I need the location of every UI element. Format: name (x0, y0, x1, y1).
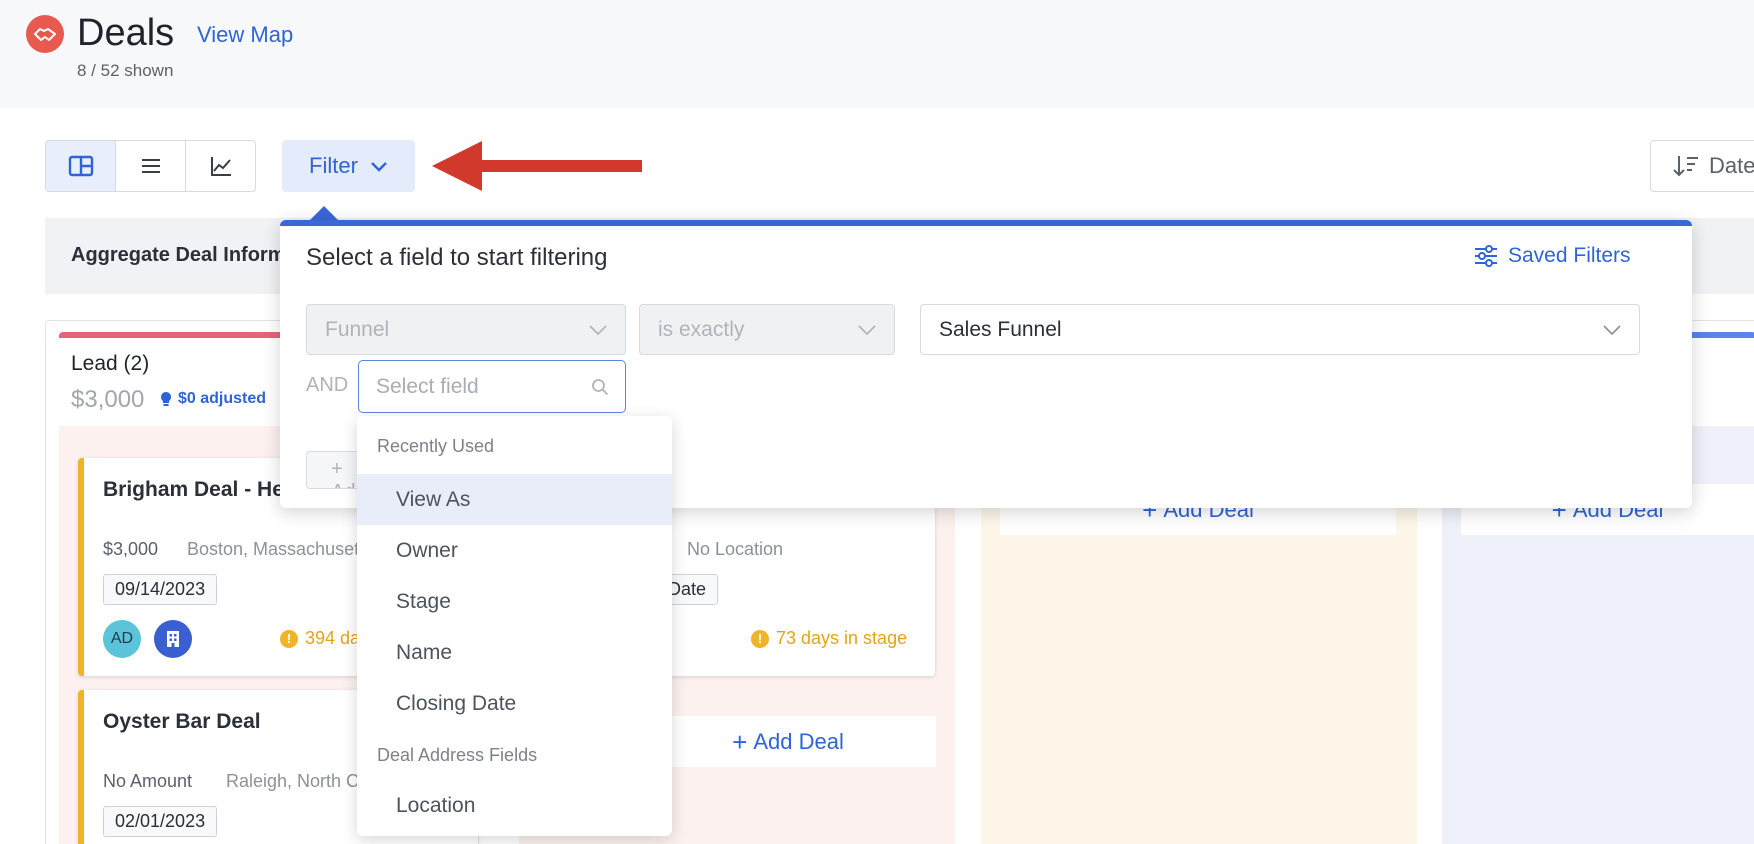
lead-lane-amount: $3,000 (71, 386, 145, 413)
view-toggle-group (45, 140, 256, 192)
list-view-icon (141, 159, 160, 173)
list-view-button[interactable] (116, 141, 186, 191)
card-accent-bar (78, 690, 84, 844)
menu-item-stage[interactable]: Stage (357, 576, 672, 627)
board-view-button[interactable] (46, 141, 116, 191)
select-field-placeholder: Select field (376, 374, 479, 398)
deal-card-location: No Location (687, 539, 784, 559)
field-dropdown-menu: Recently Used View As Owner Stage Name C… (357, 416, 672, 836)
lead-adjusted-text: $0 adjusted (178, 390, 267, 407)
add-deal-label: Add Deal (753, 728, 844, 754)
sliders-icon (1475, 245, 1497, 267)
deal-card-days: ! 73 days in stage (751, 628, 907, 649)
plus-icon: + (732, 726, 748, 757)
rule-value-text: Sales Funnel (939, 317, 1062, 341)
deal-card-amount: No Amount (103, 771, 193, 791)
popover-caret (310, 206, 338, 220)
board-view-icon (68, 155, 93, 177)
card-accent-bar (78, 458, 84, 676)
select-field-input[interactable]: Select field (358, 360, 626, 413)
saved-filters-button[interactable]: Saved Filters (1474, 244, 1631, 268)
view-map-link[interactable]: View Map (197, 22, 293, 48)
avatar[interactable]: AD (103, 620, 141, 658)
lead-lane-adjusted: $0 adjusted (178, 390, 266, 408)
menu-item-closing-date[interactable]: Closing Date (357, 678, 672, 729)
chevron-down-icon (371, 161, 387, 172)
warning-icon: ! (751, 629, 769, 648)
rule-operator-select[interactable]: is exactly (639, 304, 895, 355)
filter-button[interactable]: Filter (282, 140, 415, 192)
warning-icon: ! (280, 629, 298, 648)
search-icon (592, 378, 609, 395)
chart-view-button[interactable] (186, 141, 255, 191)
shown-count: 8 / 52 shown (77, 61, 174, 80)
deal-card-date: 09/14/2023 (103, 574, 218, 605)
saved-filters-label: Saved Filters (1508, 244, 1631, 267)
deal-card-date: 02/01/2023 (103, 806, 218, 837)
chevron-down-icon (1603, 324, 1621, 335)
chevron-down-icon (589, 324, 607, 335)
lightbulb-icon (161, 392, 171, 406)
annotation-arrow (432, 141, 642, 191)
deal-card-days-text: 73 days in stage (776, 628, 908, 648)
and-label: AND (306, 374, 349, 396)
building-icon[interactable] (154, 620, 192, 658)
sort-button[interactable]: Date (1650, 140, 1754, 192)
menu-item-name[interactable]: Name (357, 627, 672, 678)
sort-label: Date (1709, 153, 1754, 178)
handshake-icon (26, 15, 64, 53)
line-chart-icon (210, 157, 231, 176)
sort-descending-icon (1673, 156, 1698, 177)
lead-lane-title: Lead (2) (71, 352, 150, 375)
rule-value-select[interactable]: Sales Funnel (920, 304, 1640, 355)
deal-card-title[interactable]: Brigham Deal - Head (103, 478, 308, 502)
menu-item-view-as[interactable]: View As (357, 474, 672, 525)
chevron-down-icon (858, 324, 876, 335)
deal-card-location: Boston, Massachusetts (187, 539, 374, 559)
page-header (0, 0, 1754, 108)
rule-field-select[interactable]: Funnel (306, 304, 626, 355)
deal-card-amount: $3,000 (103, 539, 159, 559)
filter-popover-title: Select a field to start filtering (306, 244, 608, 271)
deal-card-title[interactable]: Oyster Bar Deal (103, 710, 261, 734)
menu-group-label: Deal Address Fields (377, 745, 538, 765)
menu-item-owner[interactable]: Owner (357, 525, 672, 576)
page-title: Deals (77, 12, 175, 54)
add-deal-button[interactable]: + Add Deal (640, 716, 936, 767)
rule-operator-value: is exactly (658, 317, 745, 341)
rule-field-value: Funnel (325, 317, 390, 341)
filter-button-label: Filter (309, 153, 358, 178)
menu-group-label: Recently Used (377, 436, 495, 456)
menu-item-location[interactable]: Location (357, 780, 672, 831)
